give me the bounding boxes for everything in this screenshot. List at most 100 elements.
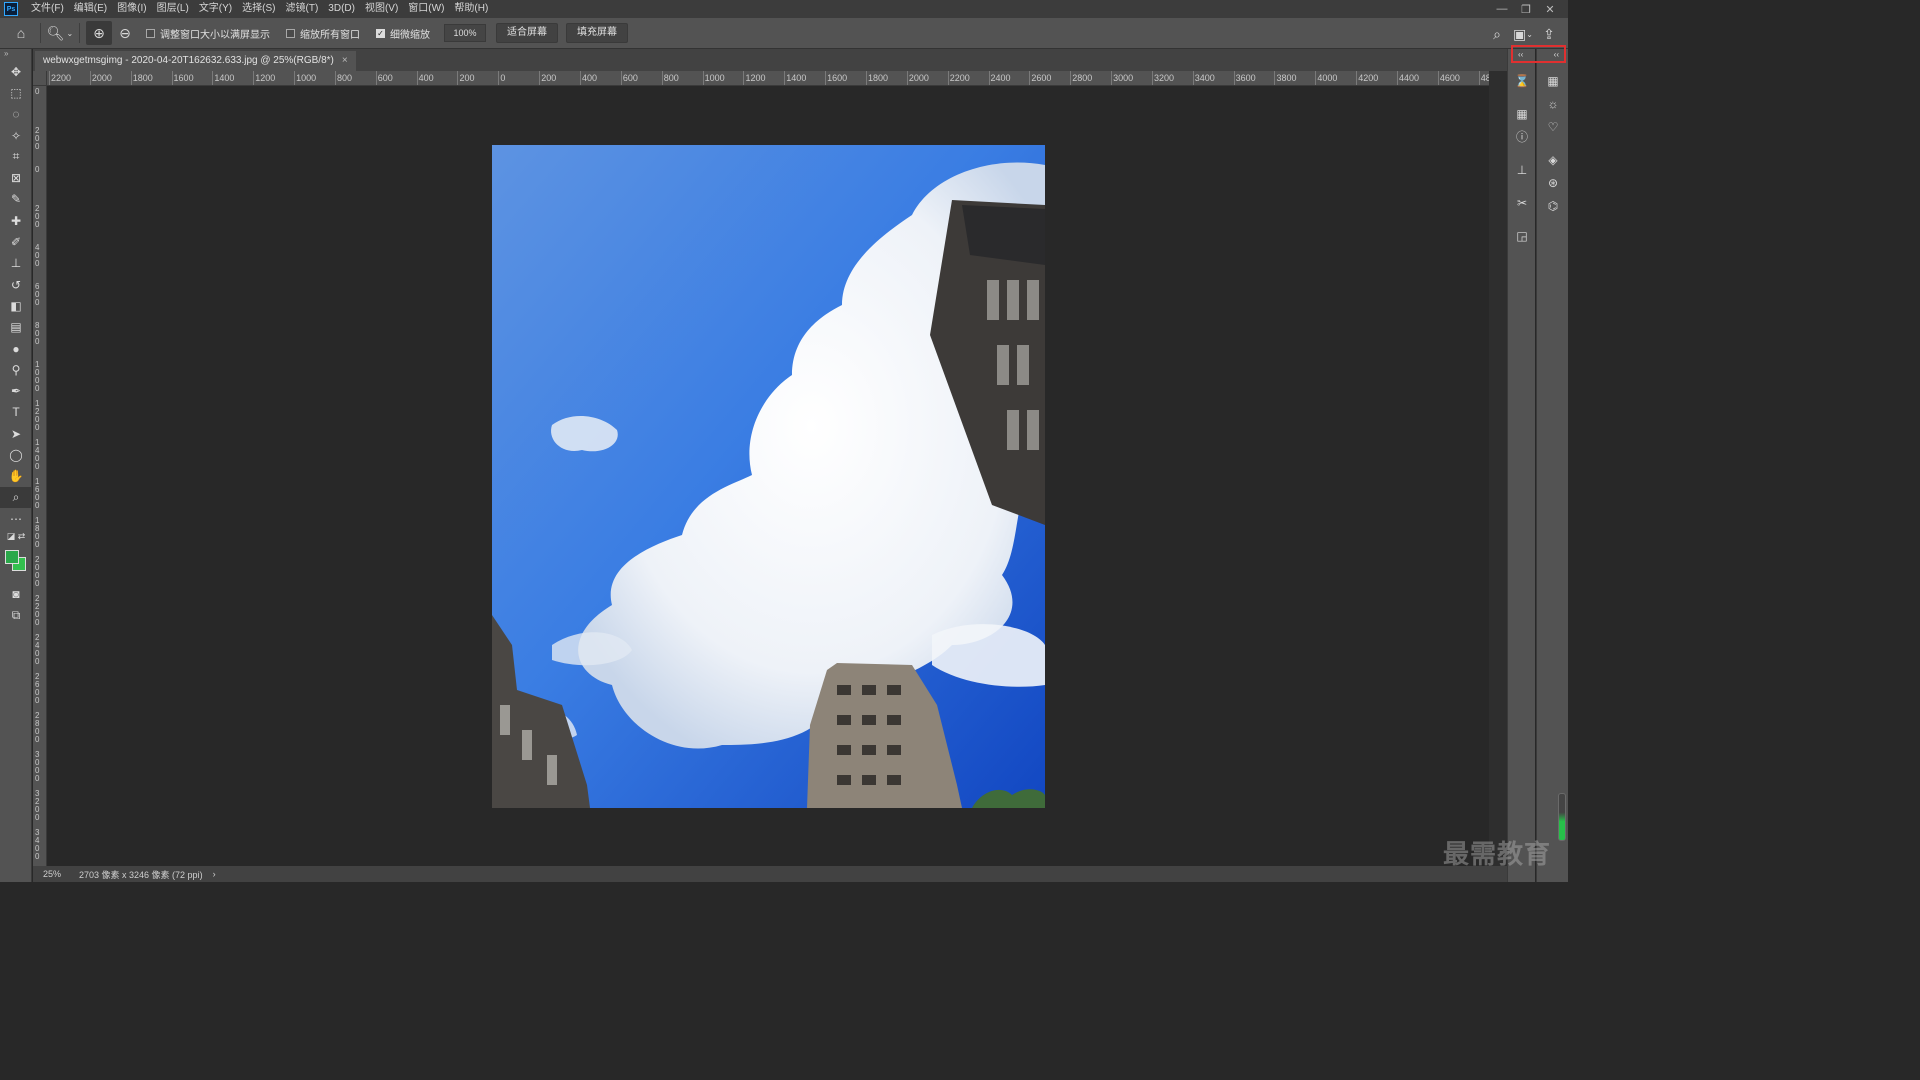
type-tool-icon[interactable]: T: [0, 402, 32, 423]
ruler-tick: [1478, 71, 1480, 85]
ruler-tick: [89, 71, 91, 85]
vertical-scrollbar[interactable]: [1489, 71, 1507, 866]
frame-tool-icon[interactable]: ⊠: [0, 167, 32, 188]
gradient-tool-icon[interactable]: ▤: [0, 317, 32, 338]
zoom-all-windows-checkbox[interactable]: 缩放所有窗口: [286, 26, 360, 41]
canvas-area[interactable]: [47, 86, 1489, 866]
paths-panel-icon[interactable]: ⌬: [1537, 194, 1569, 217]
move-tool-icon[interactable]: ✥: [0, 61, 32, 82]
dodge-tool-icon[interactable]: ⚲: [0, 359, 32, 380]
share-icon[interactable]: ⇪: [1536, 22, 1562, 46]
tool-presets-panel-icon[interactable]: ✂: [1508, 191, 1536, 214]
ruler-label: 400: [35, 243, 40, 268]
layers-panel-icon[interactable]: ◈: [1537, 148, 1569, 171]
eyedropper-tool-icon[interactable]: ✎: [0, 189, 32, 210]
path-selection-tool-icon[interactable]: ➤: [0, 423, 32, 444]
horizontal-ruler[interactable]: 2200 2000 1800 1600 1400 1200 1000 800 600 400 200…: [47, 71, 1489, 86]
ruler-label: 1200: [745, 73, 766, 83]
vertical-ruler[interactable]: 0 200 0 200 400 600 800 1000 1200 1400 1600 1800 200…: [33, 86, 47, 866]
ruler-label: 0: [35, 87, 40, 96]
ruler-tick: [1070, 71, 1072, 85]
home-icon[interactable]: ⌂: [8, 21, 34, 45]
fill-screen-button[interactable]: 填充屏幕: [566, 23, 628, 43]
search-icon[interactable]: ⌕: [1484, 22, 1510, 46]
ruler-tick: [130, 71, 132, 85]
expand-panels-right-icon[interactable]: ‹‹: [1554, 50, 1559, 59]
lasso-tool-icon[interactable]: ◌: [0, 104, 32, 125]
hand-tool-icon[interactable]: ✋: [0, 466, 32, 487]
menu-view[interactable]: 视图(V): [360, 0, 403, 18]
sky-photo-drawing: [492, 145, 1045, 808]
history-brush-tool-icon[interactable]: ↺: [0, 274, 32, 295]
close-button[interactable]: ✕: [1538, 3, 1562, 16]
menu-3d[interactable]: 3D(D): [323, 0, 360, 18]
crop-tool-icon[interactable]: ⌗: [0, 146, 32, 167]
history-panel-icon[interactable]: ⌛: [1508, 69, 1536, 92]
minimize-button[interactable]: —: [1490, 3, 1514, 15]
menu-layer[interactable]: 图层(L): [152, 0, 194, 18]
ruler-tick: [947, 71, 949, 85]
zoom-in-icon[interactable]: ⊕: [86, 21, 112, 45]
resize-window-checkbox[interactable]: 调整窗口大小以满屏显示: [146, 26, 270, 41]
restore-button[interactable]: ❐: [1514, 3, 1538, 16]
menu-select[interactable]: 选择(S): [237, 0, 280, 18]
ruler-origin[interactable]: [33, 71, 47, 86]
zoom-tool-icon[interactable]: ⌕: [0, 486, 32, 509]
ruler-label: 2200: [35, 594, 40, 627]
foreground-color-swatch[interactable]: [5, 549, 19, 564]
clone-stamp-tool-icon[interactable]: ⊥: [0, 253, 32, 274]
panel-collapse-highlight[interactable]: ‹‹ ‹‹: [1511, 45, 1566, 63]
ruler-label: 1200: [255, 73, 276, 83]
blur-tool-icon[interactable]: ●: [0, 338, 32, 359]
checkbox-unchecked-icon: [146, 28, 155, 38]
menu-edit[interactable]: 编辑(E): [69, 0, 112, 18]
zoom-level-field[interactable]: 25%: [33, 869, 73, 879]
watermark-logo: 最需教育: [1443, 840, 1552, 870]
quick-mask-icon[interactable]: ◙: [0, 584, 32, 605]
ruler-label: 4600: [1439, 73, 1460, 83]
ruler-tick: [1397, 71, 1399, 85]
magic-wand-tool-icon[interactable]: ✧: [0, 125, 32, 146]
menu-help[interactable]: 帮助(H): [449, 0, 493, 18]
healing-brush-tool-icon[interactable]: ✚: [0, 210, 32, 231]
expand-panels-left-icon[interactable]: ‹‹: [1518, 50, 1523, 59]
ruler-tick: [539, 71, 541, 85]
properties-panel-icon[interactable]: ▦: [1508, 102, 1536, 125]
swatches-panel-icon[interactable]: ▦: [1537, 69, 1569, 92]
ruler-label: 2000: [908, 73, 929, 83]
status-menu-arrow-icon[interactable]: ›: [213, 869, 216, 879]
ruler-label: 1600: [35, 477, 40, 510]
eraser-tool-icon[interactable]: ◧: [0, 295, 32, 316]
learn-panel-icon[interactable]: ♡: [1537, 115, 1569, 138]
brush-tool-icon[interactable]: ✐: [0, 231, 32, 252]
menu-image[interactable]: 图像(I): [112, 0, 151, 18]
info-panel-icon[interactable]: ⓘ: [1508, 125, 1536, 148]
scrubby-zoom-checkbox[interactable]: ✓ 细微缩放: [376, 26, 430, 41]
zoom-out-icon[interactable]: ⊖: [112, 21, 138, 45]
clone-source-panel-icon[interactable]: ⊥: [1508, 158, 1536, 181]
swap-colors-icon[interactable]: ◪ ⇄: [0, 530, 32, 544]
pen-tool-icon[interactable]: ✒: [0, 380, 32, 401]
adjustments-panel-icon[interactable]: ☼: [1537, 92, 1569, 115]
zoom-tool-preset-icon[interactable]: 🔍︎ ⌄: [47, 21, 73, 45]
menu-type[interactable]: 文字(Y): [194, 0, 237, 18]
menu-file[interactable]: 文件(F): [26, 0, 69, 18]
workspace-icon[interactable]: ▣ ⌄: [1510, 22, 1536, 46]
ellipse-tool-icon[interactable]: ◯: [0, 444, 32, 465]
fit-screen-button[interactable]: 适合屏幕: [496, 23, 558, 43]
zoom-percent-field[interactable]: 100%: [444, 24, 486, 42]
close-tab-icon[interactable]: ×: [342, 55, 348, 66]
menu-window[interactable]: 窗口(W): [403, 0, 449, 18]
ruler-label: 4400: [1399, 73, 1420, 83]
toolbar-collapse-icon[interactable]: »: [0, 49, 31, 61]
navigator-panel-icon[interactable]: ◲: [1508, 224, 1536, 247]
more-tools-icon[interactable]: ⋯: [0, 508, 32, 529]
document-tab[interactable]: webwxgetmsgimg - 2020-04-20T162632.633.j…: [35, 51, 356, 71]
marquee-tool-icon[interactable]: ⬚: [0, 82, 32, 103]
channels-panel-icon[interactable]: ⊛: [1537, 171, 1569, 194]
ruler-tick: [784, 71, 786, 85]
screen-mode-icon[interactable]: ⧉: [0, 605, 32, 626]
menu-filter[interactable]: 滤镜(T): [281, 0, 324, 18]
status-bar: 25% 2703 像素 x 3246 像素 (72 ppi) ›: [33, 866, 1507, 882]
ruler-label: 400: [418, 73, 434, 83]
